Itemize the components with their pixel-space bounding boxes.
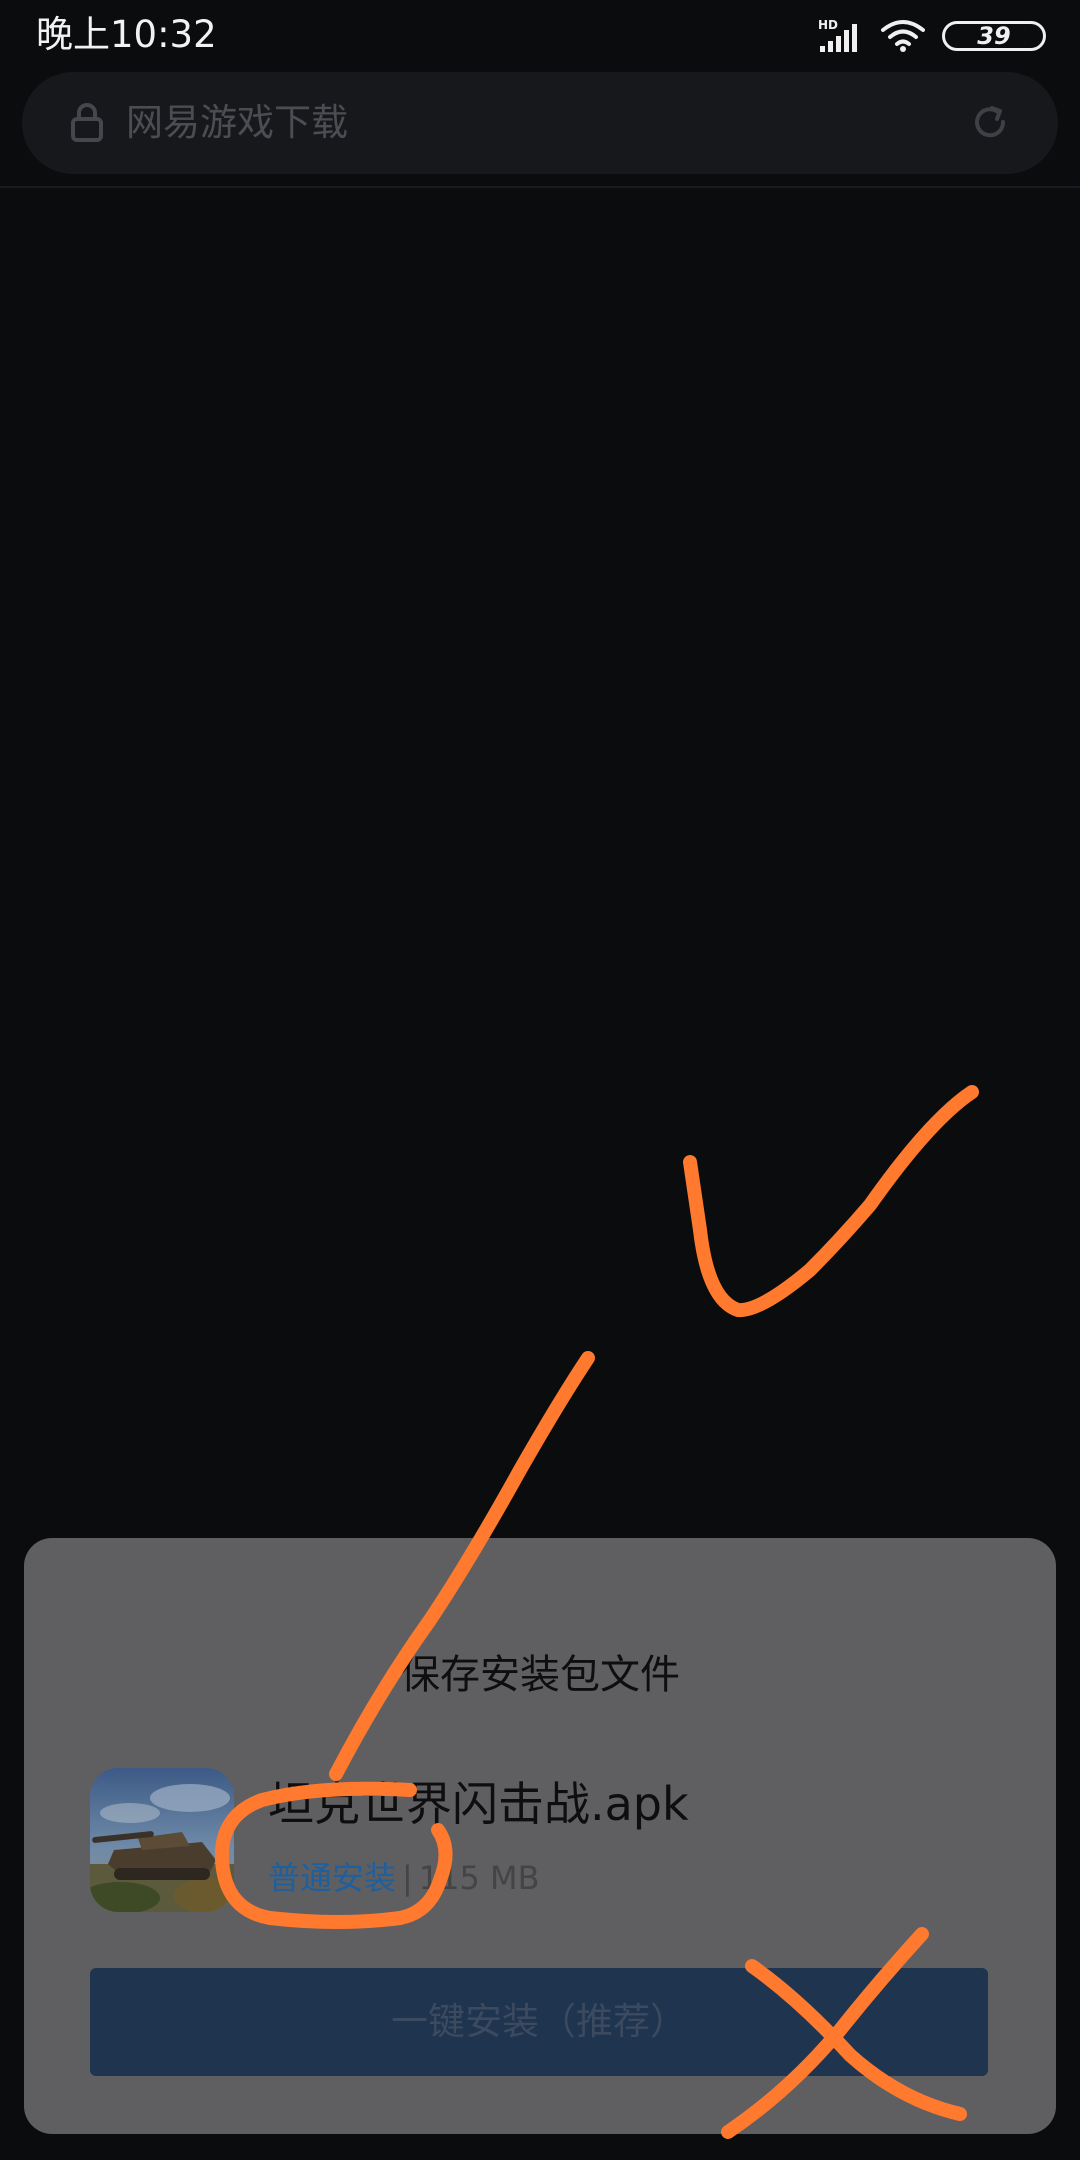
wifi-icon: [881, 20, 925, 52]
status-time: 晚上10:32: [36, 13, 217, 56]
checkmark-annotation: [683, 1085, 979, 1318]
battery-level: 39: [977, 22, 1011, 50]
address-text[interactable]: 网易游戏下载: [126, 96, 348, 150]
status-icons: HD 39: [816, 14, 1046, 58]
app-icon: [90, 1768, 234, 1912]
dialog-title: 保存安装包文件: [400, 1652, 680, 1698]
one-click-install-button[interactable]: 一键安装（推荐）: [90, 1968, 988, 2076]
signal-icon: HD: [818, 18, 857, 52]
toolbar-divider: [0, 186, 1080, 188]
browser-screen: 晚上10:32 HD 39 网易游戏下载 保存安装包文件 坦克世界闪击战.apk…: [0, 0, 1080, 2160]
file-size: 115 MB: [418, 1859, 540, 1897]
normal-install-link[interactable]: 普通安装: [268, 1859, 396, 1897]
file-meta: 普通安装 | 115 MB: [268, 1856, 540, 1900]
svg-text:HD: HD: [818, 18, 838, 32]
status-bar: 晚上10:32 HD 39: [0, 0, 1080, 70]
meta-separator: |: [402, 1859, 413, 1897]
file-name: 坦克世界闪击战.apk: [268, 1777, 689, 1831]
save-package-dialog: 保存安装包文件 坦克世界闪击战.apk 普通安装 | 115 MB 一键安装（推…: [24, 1538, 1056, 2134]
battery-icon: 39: [942, 21, 1046, 51]
address-bar[interactable]: 网易游戏下载: [22, 72, 1058, 174]
reload-icon[interactable]: [970, 102, 1010, 142]
lock-icon: [71, 103, 103, 142]
